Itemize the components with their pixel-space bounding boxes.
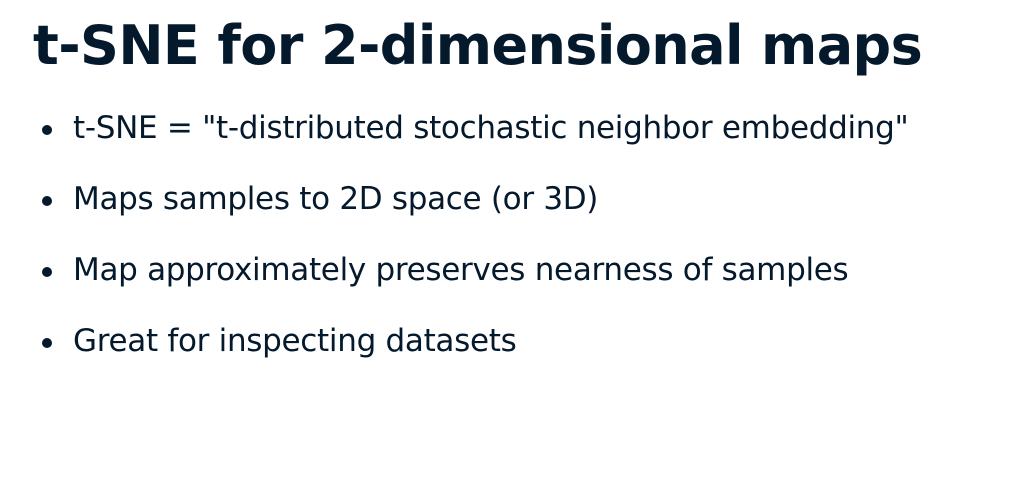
bullet-text: t-SNE = "t-distributed stochastic neighb…: [73, 110, 909, 146]
bullet-text: Great for inspecting datasets: [73, 323, 517, 359]
bullet-dot-icon: [42, 125, 52, 135]
slide-title: t-SNE for 2-dimensional maps: [33, 14, 923, 77]
slide: t-SNE for 2-dimensional maps t-SNE = "t-…: [0, 0, 1019, 492]
bullet-dot-icon: [42, 267, 52, 277]
bullet-dot-icon: [42, 338, 52, 348]
bullet-dot-icon: [42, 196, 52, 206]
bullet-text: Map approximately preserves nearness of …: [73, 252, 849, 288]
bullet-text: Maps samples to 2D space (or 3D): [73, 181, 599, 217]
